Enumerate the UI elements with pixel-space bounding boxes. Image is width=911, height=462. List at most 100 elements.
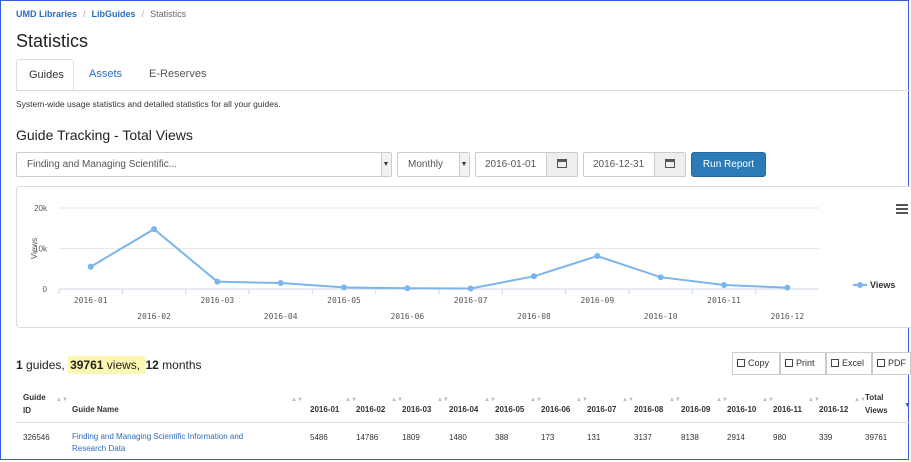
header-month-2016-08[interactable]: 2016-08 <box>634 405 663 415</box>
page-title: Statistics <box>16 31 89 51</box>
row-guide-name-link[interactable]: Finding and Managing Scientific Informat… <box>72 431 243 455</box>
section-title: Guide Tracking - Total Views <box>16 127 193 143</box>
tab-assets[interactable]: Assets <box>77 59 134 90</box>
sort-icon[interactable]: ▲▼ <box>56 397 68 403</box>
row-total-views: 39761 <box>865 433 888 442</box>
header-total-line1: Total <box>865 393 884 402</box>
sort-icon[interactable]: ▲▼ <box>716 397 728 403</box>
header-month-2016-07[interactable]: 2016-07 <box>587 405 616 415</box>
sort-desc-icon[interactable]: ▼ <box>904 402 911 409</box>
print-button[interactable]: Print <box>780 352 826 375</box>
header-month-2016-10[interactable]: 2016-10 <box>727 405 756 415</box>
x-tick-label: 2016-09 <box>580 296 614 305</box>
header-month-2016-03[interactable]: 2016-03 <box>402 405 431 415</box>
data-point <box>404 285 411 292</box>
breadcrumb-libguides[interactable]: LibGuides <box>92 9 136 19</box>
header-month-2016-12[interactable]: 2016-12 <box>819 405 848 415</box>
data-point <box>151 226 157 233</box>
end-date-calendar-button[interactable] <box>654 153 685 176</box>
data-point <box>784 284 791 291</box>
data-point <box>277 280 284 287</box>
hamburger-menu-icon[interactable] <box>896 204 908 206</box>
sort-icon[interactable]: ▲▼ <box>345 397 357 403</box>
header-month-2016-01[interactable]: 2016-01 <box>310 405 339 415</box>
sort-icon[interactable]: ▲▼ <box>484 397 496 403</box>
data-point <box>721 282 727 289</box>
header-month-2016-04[interactable]: 2016-04 <box>449 405 478 415</box>
x-tick-label: 2016-10 <box>644 312 678 321</box>
sort-icon[interactable]: ▲▼ <box>530 397 542 403</box>
x-tick-label: 2016-06 <box>390 312 424 321</box>
breadcrumb-separator: / <box>83 9 86 19</box>
start-date-calendar-button[interactable] <box>546 153 577 176</box>
hamburger-menu-icon[interactable] <box>896 208 908 210</box>
summary-views-text: views, <box>103 358 144 372</box>
interval-select-value: Monthly <box>408 159 444 170</box>
pdf-label: PDF <box>888 358 906 368</box>
row-guide-name-line2: Research Data <box>72 444 126 453</box>
sort-icon[interactable]: ▲▼ <box>669 397 681 403</box>
x-tick-label: 2016-03 <box>200 296 234 305</box>
header-month-2016-05[interactable]: 2016-05 <box>495 405 524 415</box>
interval-select[interactable]: Monthly <box>397 152 470 177</box>
breadcrumb-current: Statistics <box>150 9 187 19</box>
start-date-field[interactable]: 2016-01-01 <box>475 152 578 177</box>
sort-icon[interactable]: ▲▼ <box>762 397 774 403</box>
tab-guides[interactable]: Guides <box>16 59 74 90</box>
chart-svg: 010k20kViews2016-012016-022016-032016-04… <box>30 204 908 321</box>
x-tick-label: 2016-07 <box>454 296 488 305</box>
row-value-2016-06: 173 <box>541 433 555 442</box>
sort-icon[interactable]: ▲▼ <box>291 397 303 403</box>
copy-icon <box>737 359 745 367</box>
data-point <box>214 278 221 285</box>
sort-icon[interactable]: ▲▼ <box>808 397 820 403</box>
series-line <box>90 227 788 290</box>
header-month-2016-11[interactable]: 2016-11 <box>773 405 802 415</box>
x-tick-label: 2016-05 <box>327 296 361 305</box>
sort-icon[interactable]: ▲▼ <box>576 397 588 403</box>
x-tick-label: 2016-11 <box>707 296 741 305</box>
run-report-button[interactable]: Run Report <box>691 152 766 177</box>
hamburger-menu-icon[interactable] <box>896 212 908 214</box>
tab-e-reserves[interactable]: E-Reserves <box>137 59 218 90</box>
header-guide-name[interactable]: Guide Name <box>72 405 119 415</box>
summary-guides-count: 1 <box>16 358 23 372</box>
chevron-down-icon <box>459 153 469 176</box>
x-tick-label: 2016-01 <box>74 296 108 305</box>
end-date-field[interactable]: 2016-12-31 <box>583 152 686 177</box>
excel-label: Excel <box>842 358 865 368</box>
header-total-line2: Views <box>865 406 888 415</box>
x-tick-label: 2016-08 <box>517 312 551 321</box>
header-month-2016-02[interactable]: 2016-02 <box>356 405 385 415</box>
row-value-2016-10: 2914 <box>727 433 745 442</box>
calendar-icon <box>665 159 675 168</box>
excel-button[interactable]: Excel <box>826 352 872 375</box>
x-tick-label: 2016-02 <box>137 312 171 321</box>
breadcrumb-separator: / <box>141 9 145 19</box>
row-value-2016-11: 980 <box>773 433 787 442</box>
legend-label: Views <box>870 280 895 290</box>
header-total-views[interactable]: Total Views <box>865 393 888 416</box>
header-guide-id[interactable]: Guide ID <box>23 393 46 416</box>
header-month-2016-09[interactable]: 2016-09 <box>681 405 710 415</box>
summary-views-count: 39761 <box>70 358 104 372</box>
start-date-value: 2016-01-01 <box>485 159 537 170</box>
y-tick-label: 0 <box>43 285 48 294</box>
data-point <box>531 273 537 280</box>
summary-months-text: months <box>158 358 202 372</box>
header-month-2016-06[interactable]: 2016-06 <box>541 405 570 415</box>
copy-button[interactable]: Copy <box>732 352 780 375</box>
breadcrumb-umd-libraries[interactable]: UMD Libraries <box>16 9 77 19</box>
summary-months-count: 12 <box>145 358 159 372</box>
row-value-2016-08: 3137 <box>634 433 652 442</box>
sort-icon[interactable]: ▲▼ <box>437 397 449 403</box>
summary-views-highlight: 39761 views, <box>68 356 146 374</box>
guide-select-value: Finding and Managing Scientific... <box>27 159 178 170</box>
sort-icon[interactable]: ▲▼ <box>622 397 634 403</box>
pdf-button[interactable]: PDF <box>872 352 911 375</box>
sort-icon[interactable]: ▲▼ <box>391 397 403 403</box>
excel-icon <box>831 359 839 367</box>
breadcrumb: UMD Libraries / LibGuides / Statistics <box>16 9 186 19</box>
guide-select[interactable]: Finding and Managing Scientific... <box>16 152 392 177</box>
data-point <box>657 274 664 281</box>
